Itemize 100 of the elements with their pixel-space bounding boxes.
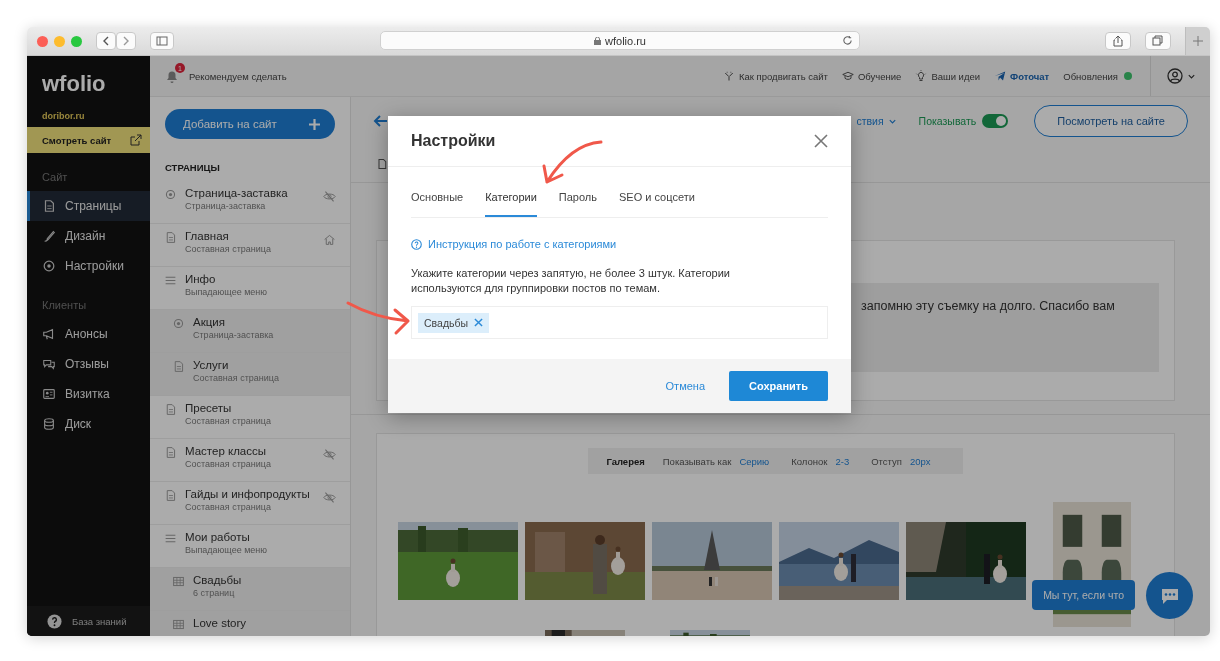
document-icon[interactable]	[376, 157, 388, 170]
help-icon	[47, 613, 62, 629]
page-subtitle: Составная страница	[185, 416, 272, 426]
plus-icon[interactable]	[1193, 36, 1203, 46]
setting-label: Показывать как	[662, 455, 732, 467]
fork-icon	[722, 70, 735, 82]
sidebar-item[interactable]: Визитка	[27, 379, 150, 409]
address-bar[interactable]: wfolio.ru	[380, 31, 860, 50]
page-subtitle: Составная страница	[193, 373, 280, 383]
page-title: Мои работы	[185, 531, 251, 543]
page-list-item[interactable]: Гайды и инфопродукты Составная страница	[150, 482, 350, 525]
help-link[interactable]: Инструкция по работе с категориями	[411, 238, 617, 250]
sidebar-icon[interactable]	[156, 35, 168, 47]
eye-off-icon[interactable]	[323, 448, 336, 461]
add-to-site-button[interactable]: Добавить на сайт	[165, 109, 335, 139]
view-on-site-button[interactable]: Посмотреть на сайте	[1034, 105, 1188, 137]
cancel-link[interactable]: Отмена	[659, 379, 711, 393]
sidebar-section-label: Сайт	[41, 170, 69, 185]
sidebar-section-label: Клиенты	[41, 298, 88, 313]
document-icon	[164, 231, 177, 244]
back-arrow-icon[interactable]	[373, 113, 389, 129]
back-button[interactable]	[96, 32, 116, 50]
top-link[interactable]: Ваши идеи	[915, 70, 981, 82]
tabs-icon[interactable]	[1152, 35, 1164, 47]
page-title: Love story	[193, 617, 248, 629]
page-subtitle: Страница-заставка	[185, 201, 267, 211]
page-list-item[interactable]: Свадьбы 6 страниц	[150, 568, 350, 611]
top-link[interactable]: Обновления	[1063, 70, 1132, 82]
card-icon	[42, 387, 56, 401]
page-list-item[interactable]: Мастер классы Составная страница	[150, 439, 350, 482]
page-title: Свадьбы	[193, 574, 243, 586]
menu-icon	[164, 274, 177, 287]
page-subtitle: Составная страница	[185, 459, 272, 469]
close-window-button[interactable]	[37, 35, 48, 47]
page-subtitle: Выпадающее меню	[185, 287, 269, 297]
page-subtitle: Выпадающее меню	[185, 545, 269, 555]
reload-icon[interactable]	[842, 35, 853, 46]
page-list-item[interactable]: Услуги Составная страница	[150, 353, 350, 396]
page-list-item[interactable]: Акция Страница-заставка	[150, 310, 350, 353]
eye-off-icon[interactable]	[323, 190, 336, 203]
sidebar-item[interactable]: Настройки	[27, 251, 150, 281]
top-link[interactable]: Фоточат	[994, 70, 1050, 82]
document-icon	[164, 446, 177, 459]
sidebar-item[interactable]: Отзывы	[27, 349, 150, 379]
user-icon[interactable]	[1167, 68, 1183, 84]
tabs-button[interactable]	[1145, 32, 1171, 50]
menu-icon	[164, 532, 177, 545]
page-list-item[interactable]: Главная Составная страница	[150, 224, 350, 267]
close-icon[interactable]	[813, 133, 829, 149]
page-list-item[interactable]: Страница-заставка Страница-заставка	[150, 181, 350, 224]
page-list-item[interactable]: Пресеты Составная страница	[150, 396, 350, 439]
category-tag: Свадьбы	[418, 312, 490, 333]
home-icon[interactable]	[323, 233, 336, 246]
dialog-tab[interactable]: Пароль	[558, 190, 597, 217]
view-site-button[interactable]: Смотреть сайт	[27, 127, 150, 153]
page-title: Услуги	[193, 359, 230, 371]
external-link-icon	[130, 134, 142, 146]
zoom-button[interactable]	[71, 35, 82, 47]
page-subtitle: 6 страниц	[193, 588, 236, 598]
quote-text: запомню эту съемку на долго. Спасибо вам	[861, 299, 1115, 313]
dialog-tab[interactable]: Основные	[411, 190, 464, 217]
setting-label: Отступ	[871, 455, 902, 467]
graduation-cap-icon	[841, 70, 854, 82]
sidebar-item[interactable]: Анонсы	[27, 319, 150, 349]
site-domain: doribor.ru	[41, 110, 86, 123]
page-title: Главная	[185, 230, 230, 242]
page-subtitle: Страница-заставка	[193, 330, 275, 340]
sidebar-item[interactable]: Дизайн	[27, 221, 150, 251]
page-title: Гайды и инфопродукты	[185, 488, 311, 500]
chat-icon	[42, 357, 56, 371]
categories-field[interactable]: Свадьбы	[411, 306, 828, 339]
page-title: Пресеты	[185, 402, 233, 414]
brush-icon	[42, 229, 56, 243]
logo[interactable]: wfolio	[27, 56, 150, 97]
recommend-link[interactable]: Рекомендуем сделать	[189, 70, 287, 82]
page-title: Мастер классы	[185, 445, 267, 457]
share-icon[interactable]	[1112, 35, 1124, 47]
top-link[interactable]: Обучение	[841, 70, 902, 82]
help-link[interactable]: База знаний	[27, 606, 150, 636]
dialog-tab[interactable]: Категории	[485, 190, 537, 217]
page-subtitle: Составная страница	[185, 502, 272, 512]
lightbulb-icon	[915, 70, 928, 82]
remove-icon[interactable]	[474, 318, 484, 327]
page-list-item[interactable]: Love story	[150, 611, 350, 636]
status-dot	[1124, 72, 1132, 80]
show-label: Показывать	[918, 115, 977, 127]
sidebar-button[interactable]	[150, 32, 174, 50]
dialog-tab[interactable]: SEO и соцсети	[619, 190, 695, 217]
chat-bubble[interactable]: Мы тут, если что	[1032, 580, 1135, 610]
save-button[interactable]: Сохранить	[729, 371, 828, 401]
document-icon	[42, 199, 56, 213]
database-icon	[42, 417, 56, 431]
actions-dropdown[interactable]: ствия	[856, 115, 897, 127]
show-toggle[interactable]	[982, 114, 1009, 128]
top-link[interactable]: Как продвигать сайт	[722, 70, 828, 82]
sidebar-item[interactable]: Страницы	[27, 191, 150, 221]
dialog-title: Настройки	[411, 132, 496, 150]
eye-off-icon[interactable]	[323, 491, 336, 504]
sidebar-item[interactable]: Диск	[27, 409, 150, 439]
page-title: Страница-заставка	[185, 187, 289, 199]
